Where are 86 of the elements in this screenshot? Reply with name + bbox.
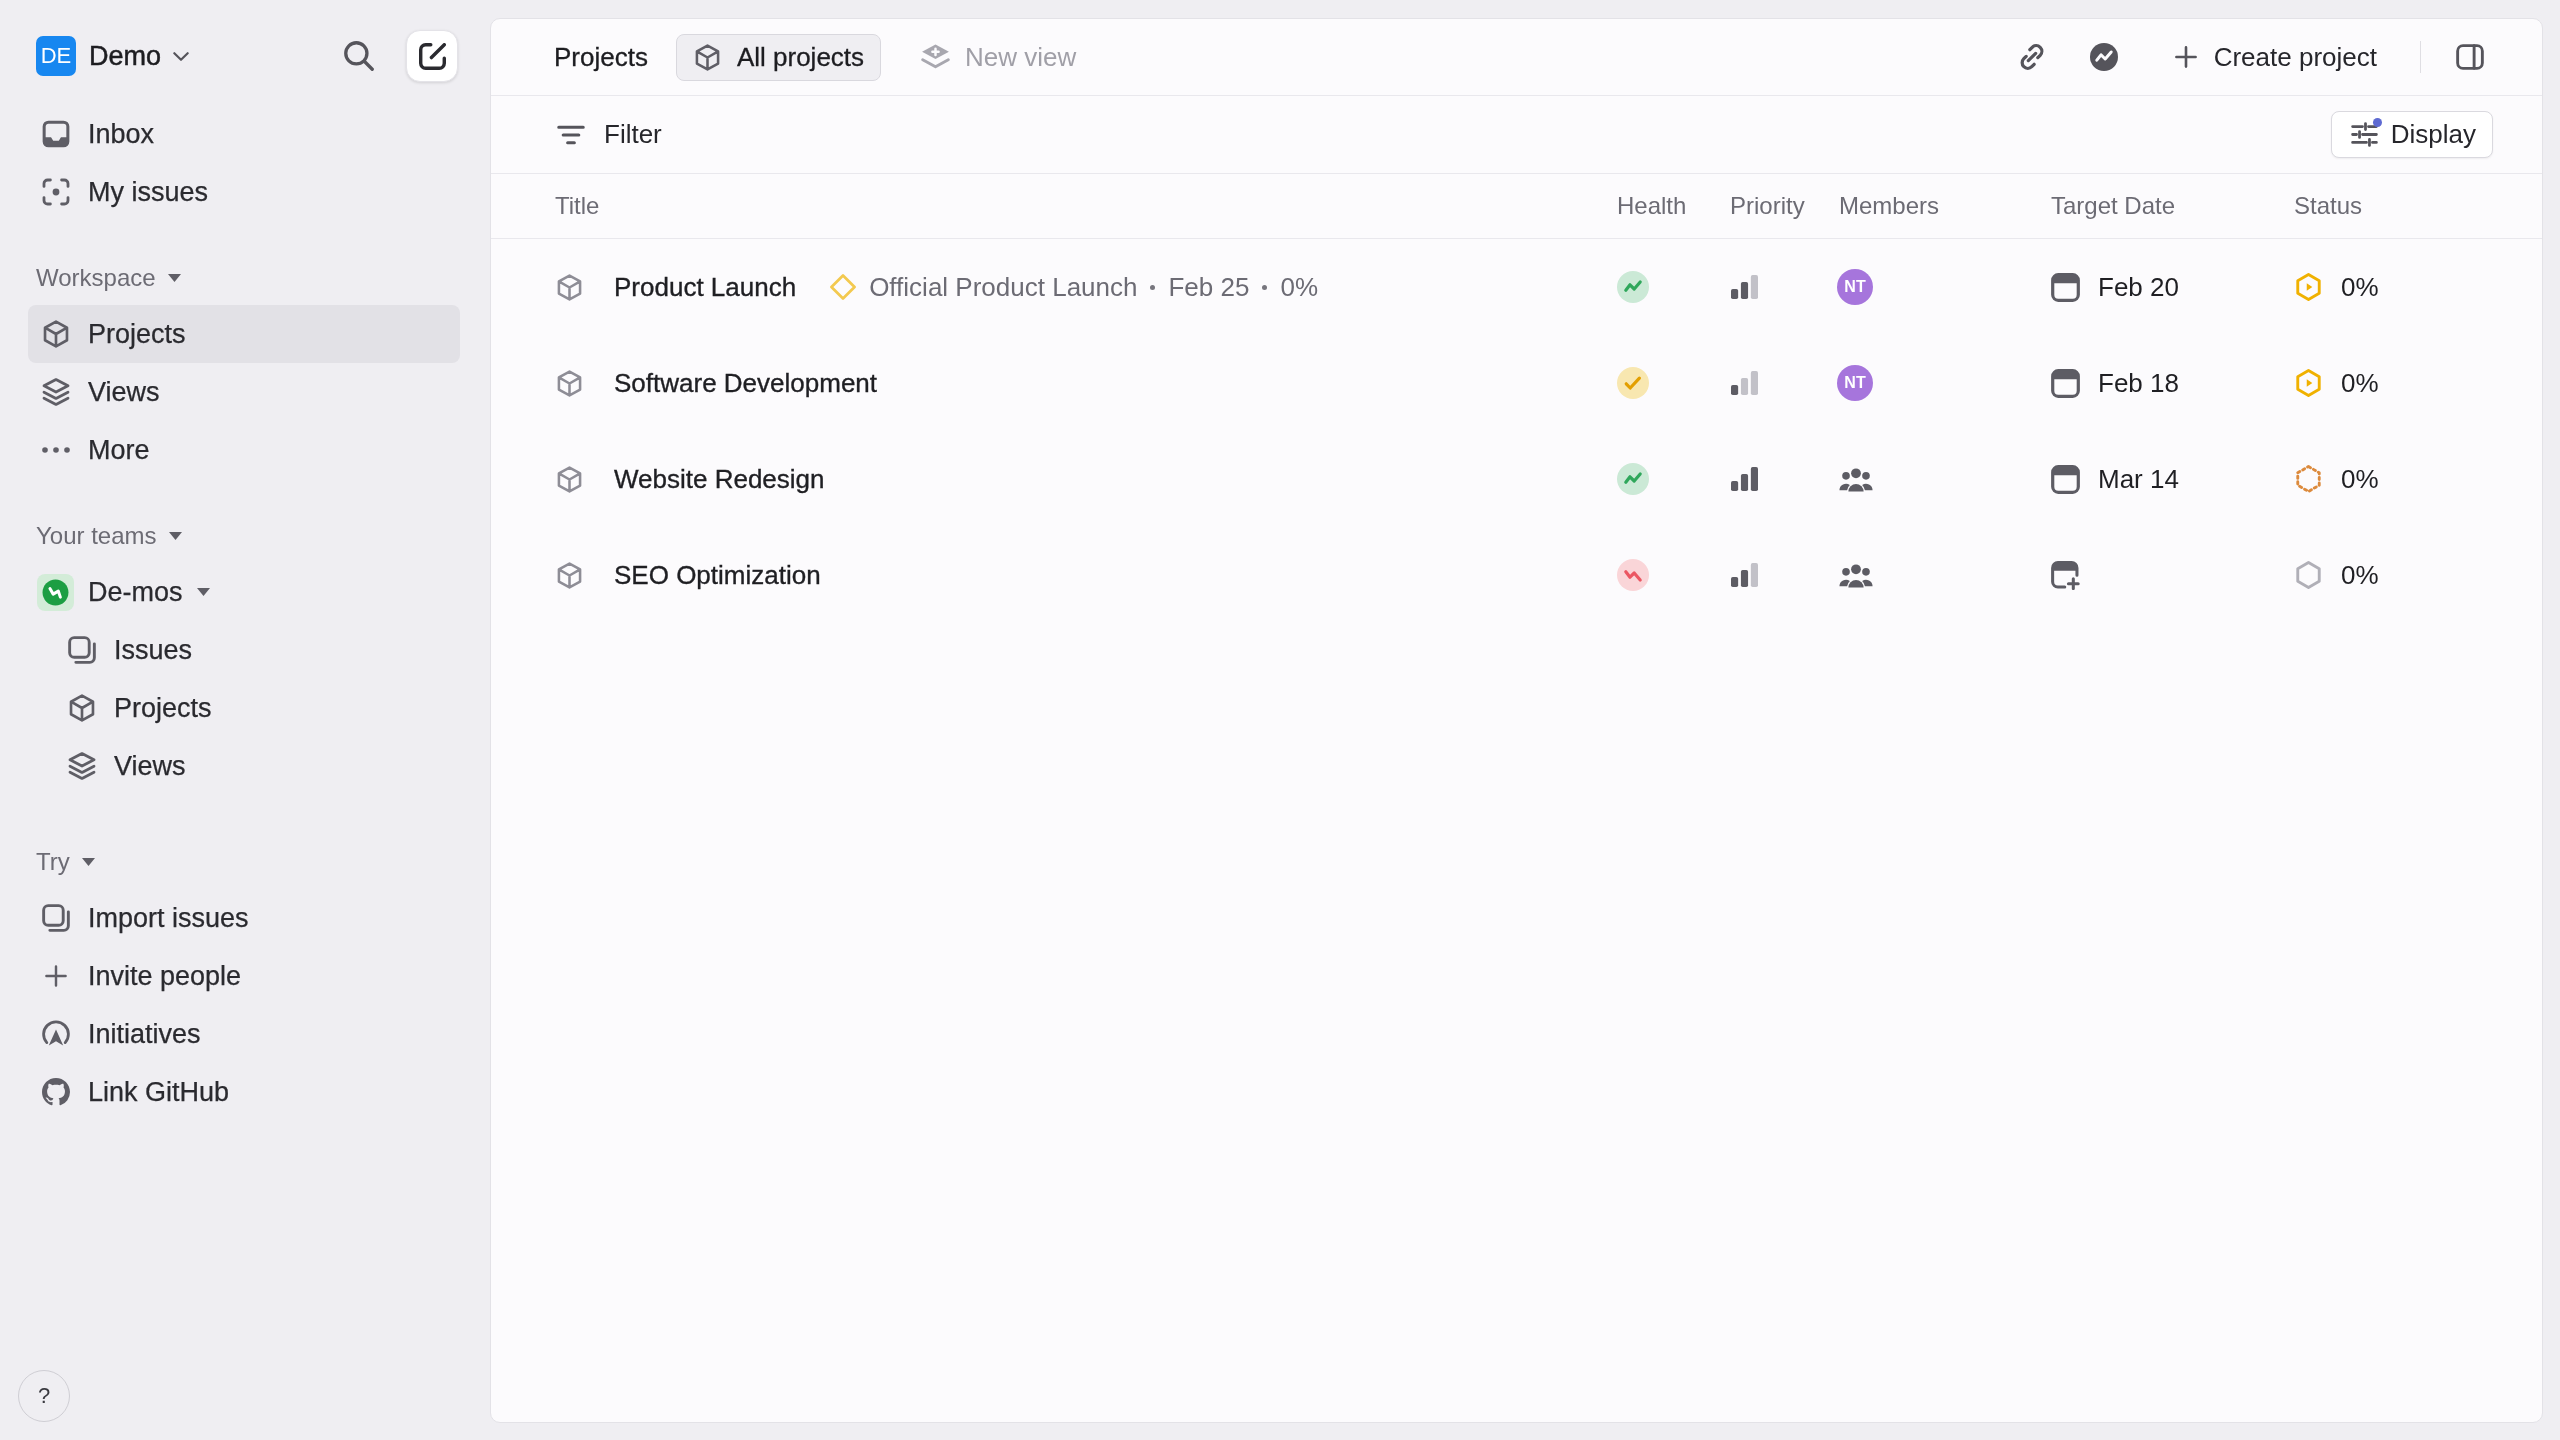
column-header: Title: [555, 192, 600, 220]
milestone-name: Official Product Launch: [869, 271, 1138, 303]
team-icon: [37, 573, 74, 611]
panel-toggle-icon[interactable]: [2456, 43, 2484, 71]
layers-icon: [42, 378, 70, 406]
filter-icon: [557, 124, 585, 145]
target-date: Feb 20: [2098, 271, 2179, 303]
column-header: Members: [1839, 192, 1940, 220]
sidebar-item[interactable]: Projects: [28, 305, 460, 363]
project-name: SEO Optimization: [614, 559, 821, 591]
search-icon[interactable]: [344, 41, 374, 71]
stacked-squares-icon: [42, 904, 70, 932]
stacked-squares-icon: [68, 636, 96, 664]
workspace-avatar: DE: [36, 36, 76, 76]
column-header: Priority: [1730, 192, 1805, 220]
target-date: Feb 18: [2098, 367, 2179, 399]
sidebar-item[interactable]: Initiatives: [28, 1005, 460, 1063]
column-header: Health: [1617, 192, 1687, 220]
calendar-icon: [2051, 368, 2080, 398]
people-icon: [1839, 466, 1873, 492]
cube-icon: [557, 465, 582, 493]
create-project-button[interactable]: Create project: [2174, 41, 2377, 73]
ellipsis-icon: [42, 447, 70, 453]
separator-dot-icon: [1150, 284, 1156, 290]
progress-percent: 0%: [2341, 463, 2379, 495]
cube-icon: [557, 561, 582, 589]
sidebar-item[interactable]: Import issues: [28, 889, 460, 947]
view-tab[interactable]: All projects: [675, 33, 882, 81]
cube-icon: [694, 43, 720, 71]
user-avatar: NT: [1837, 365, 1873, 401]
sidebar-item[interactable]: My issues: [28, 163, 460, 221]
priority-bars-icon: [1731, 467, 1758, 491]
progress-percent: 0%: [2341, 367, 2379, 399]
calendar-plus-icon[interactable]: [2051, 560, 2080, 590]
inbox-icon: [42, 120, 70, 148]
activity-icon[interactable]: [2089, 43, 2118, 71]
cube-icon: [68, 694, 96, 722]
navigation-arrow-icon: [42, 1020, 70, 1048]
layers-icon: [68, 752, 96, 780]
project-name: Website Redesign: [614, 463, 825, 495]
priority-bars-icon: [1731, 275, 1758, 299]
priority-bars-icon: [1731, 563, 1758, 587]
sidebar-item[interactable]: Invite people: [28, 947, 460, 1005]
focus-frame-icon: [42, 178, 70, 206]
chevron-down-icon: [173, 51, 190, 61]
people-icon: [1839, 562, 1873, 588]
compose-icon: [418, 42, 446, 70]
team-item[interactable]: De-mos: [28, 563, 460, 621]
sidebar-item[interactable]: Link GitHub: [28, 1063, 460, 1121]
workspace-switcher[interactable]: DE Demo: [36, 36, 190, 76]
sidebar-item[interactable]: Projects: [28, 679, 460, 737]
sidebar-item[interactable]: Inbox: [28, 105, 460, 163]
cube-icon: [557, 273, 582, 301]
sidebar-item[interactable]: More: [28, 421, 460, 479]
layers-plus-icon: [921, 44, 951, 70]
column-header: Target Date: [2051, 192, 2176, 220]
page-title: Projects: [554, 41, 648, 73]
progress-percent: 0%: [2341, 271, 2379, 303]
sidebar-item[interactable]: Issues: [28, 621, 460, 679]
column-header: Status: [2294, 192, 2363, 220]
sidebar-item[interactable]: Views: [28, 737, 460, 795]
sliders-icon: [2350, 122, 2378, 147]
target-date: Mar 14: [2098, 463, 2179, 495]
milestone-percent: 0%: [1280, 271, 1318, 303]
priority-bars-icon: [1731, 371, 1758, 395]
section-header[interactable]: Your teams: [0, 509, 490, 563]
section-header[interactable]: Try: [0, 835, 490, 889]
calendar-icon: [2051, 464, 2080, 494]
cube-icon: [557, 369, 582, 397]
milestone-date: Feb 25: [1168, 271, 1250, 303]
user-avatar: NT: [1837, 269, 1873, 305]
sidebar-item[interactable]: Views: [28, 363, 460, 421]
diamond-icon: [830, 274, 857, 300]
progress-percent: 0%: [2341, 559, 2379, 591]
project-name: Product Launch: [614, 271, 797, 303]
section-header[interactable]: Workspace: [0, 251, 490, 305]
separator-dot-icon: [1262, 284, 1268, 290]
filter-button[interactable]: Filter: [557, 119, 662, 150]
compose-button[interactable]: [406, 30, 458, 82]
plus-icon: [45, 965, 67, 987]
display-button[interactable]: Display: [2330, 111, 2493, 158]
project-name: Software Development: [614, 367, 878, 399]
cube-icon: [42, 320, 70, 348]
plus-icon: [2174, 46, 2197, 68]
calendar-icon: [2051, 272, 2080, 302]
github-icon: [42, 1078, 70, 1106]
